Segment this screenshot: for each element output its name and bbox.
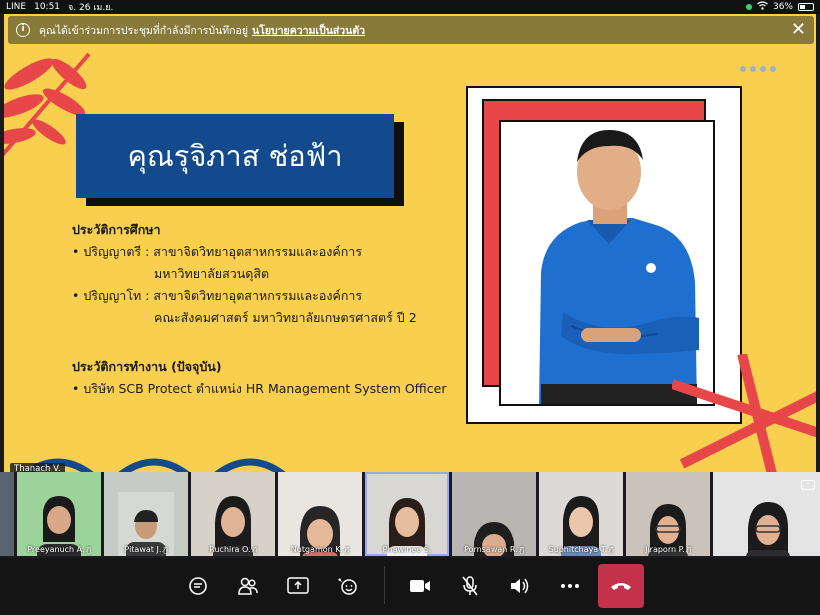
meeting-controls: [0, 558, 820, 615]
slide-dots-decoration: [740, 66, 776, 72]
work-title: ประวัติการทำงาน (ปัจจุบัน): [72, 359, 222, 374]
participant-tile[interactable]: Pornsawan R. 🎙̸: [452, 472, 536, 556]
participant-name: Nutgamon K. 🎙̸: [290, 545, 350, 554]
bachelor-university: มหาวิทยาลัยสวนดุสิต: [154, 266, 270, 281]
participant-tile[interactable]: Ruchira O. 🎙̸: [191, 472, 275, 556]
reactions-icon[interactable]: [330, 568, 366, 604]
banner-message: คุณได้เข้าร่วมการประชุมที่กำลังมีการบันท…: [39, 24, 249, 37]
carrier-label: LINE: [6, 2, 27, 12]
more-icon[interactable]: [552, 568, 588, 604]
participant-strip: Preeyanuch A. 🎙̸ Pitawat J. 🎙̸ Ruchira O. 🎙…: [0, 472, 820, 558]
participant-name: Ruchira O. 🎙̸: [209, 545, 257, 554]
participant-tile-active[interactable]: Phawinee S.: [365, 472, 449, 556]
bachelor-line: • ปริญญาตรี : สาขาจิตวิทยาอุตสาหกรรมและอ…: [72, 244, 363, 259]
info-icon: i: [16, 23, 30, 37]
shared-slide: คุณรุจิภาส ช่อฟ้า ประวัติการศึกษา • ปริญ…: [4, 14, 816, 472]
participant-tile-edge[interactable]: [0, 472, 14, 556]
participant-name: Jiraporn P. 🎙̸: [645, 545, 691, 554]
privacy-policy-link[interactable]: นโยบายความเป็นส่วนตัว: [252, 22, 365, 39]
end-call-icon: [611, 583, 631, 590]
participant-tile[interactable]: Preeyanuch A. 🎙̸: [17, 472, 101, 556]
participant-name: Suphitchaya T. 🎙̸: [548, 545, 614, 554]
participant-tile[interactable]: Suphitchaya T. 🎙̸: [539, 472, 623, 556]
mic-muted-icon: 🎙̸: [86, 546, 91, 554]
microphone-muted-icon[interactable]: [452, 568, 488, 604]
people-icon[interactable]: [230, 568, 266, 604]
participant-tile-self[interactable]: [713, 472, 820, 556]
mic-muted-icon: 🎙̸: [609, 546, 614, 554]
participant-name: Preeyanuch A. 🎙̸: [27, 545, 91, 554]
mic-muted-icon: 🎙̸: [686, 546, 691, 554]
controls-divider: [384, 566, 385, 604]
wifi-icon: [757, 1, 768, 13]
presenter-name-tag: Thanach V.: [10, 463, 65, 472]
participant-tile[interactable]: Pitawat J. 🎙̸: [104, 472, 188, 556]
education-section: ประวัติการศึกษา • ปริญญาตรี : สาขาจิตวิท…: [72, 219, 417, 329]
close-icon[interactable]: ✕: [791, 21, 806, 39]
star-decoration: [672, 354, 816, 472]
camera-icon[interactable]: [402, 568, 438, 604]
date: จ. 26 เม.ย.: [68, 3, 114, 13]
participant-name: Pornsawan R. 🎙̸: [464, 545, 524, 554]
mic-muted-icon: 🎙̸: [163, 546, 168, 554]
end-call-button[interactable]: [598, 564, 644, 608]
screen-share-icon: [801, 480, 815, 490]
battery-icon: [798, 3, 814, 11]
education-title: ประวัติการศึกษา: [72, 222, 161, 237]
mic-muted-icon: 🎙̸: [252, 546, 257, 554]
participant-tile[interactable]: Jiraporn P. 🎙̸: [626, 472, 710, 556]
recording-banner: i คุณได้เข้าร่วมการประชุมที่กำลังมีการบั…: [8, 16, 814, 44]
participant-name: Pitawat J. 🎙̸: [124, 545, 168, 554]
clock: 10:51: [34, 2, 61, 12]
master-line: • ปริญญาโท : สาขาจิตวิทยาอุตสาหกรรมและอง…: [72, 288, 363, 303]
share-screen-icon[interactable]: [280, 568, 316, 604]
master-university: คณะสังคมศาสตร์ มหาวิทยาลัยเกษตรศาสตร์ ปี…: [154, 310, 417, 325]
participant-video: [746, 502, 790, 556]
speaker-icon[interactable]: [502, 568, 538, 604]
chat-icon[interactable]: [180, 568, 216, 604]
participant-tile[interactable]: Nutgamon K. 🎙̸: [278, 472, 362, 556]
mic-muted-icon: 🎙̸: [345, 546, 350, 554]
mic-muted-icon: 🎙̸: [519, 546, 524, 554]
status-bar: LINE 10:51 จ. 26 เม.ย. 36%: [0, 0, 820, 14]
battery-percent: 36%: [772, 2, 793, 12]
camera-in-use-indicator: [745, 4, 752, 10]
speaker-name-title: คุณรุจิภาส ช่อฟ้า: [76, 114, 394, 198]
work-line: • บริษัท SCB Protect ตำแหน่ง HR Manageme…: [72, 381, 447, 396]
teams-meeting-window: คุณรุจิภาส ช่อฟ้า ประวัติการศึกษา • ปริญ…: [0, 0, 820, 615]
participant-name: Phawinee S.: [382, 545, 432, 554]
work-section: ประวัติการทำงาน (ปัจจุบัน) • บริษัท SCB …: [72, 356, 446, 400]
